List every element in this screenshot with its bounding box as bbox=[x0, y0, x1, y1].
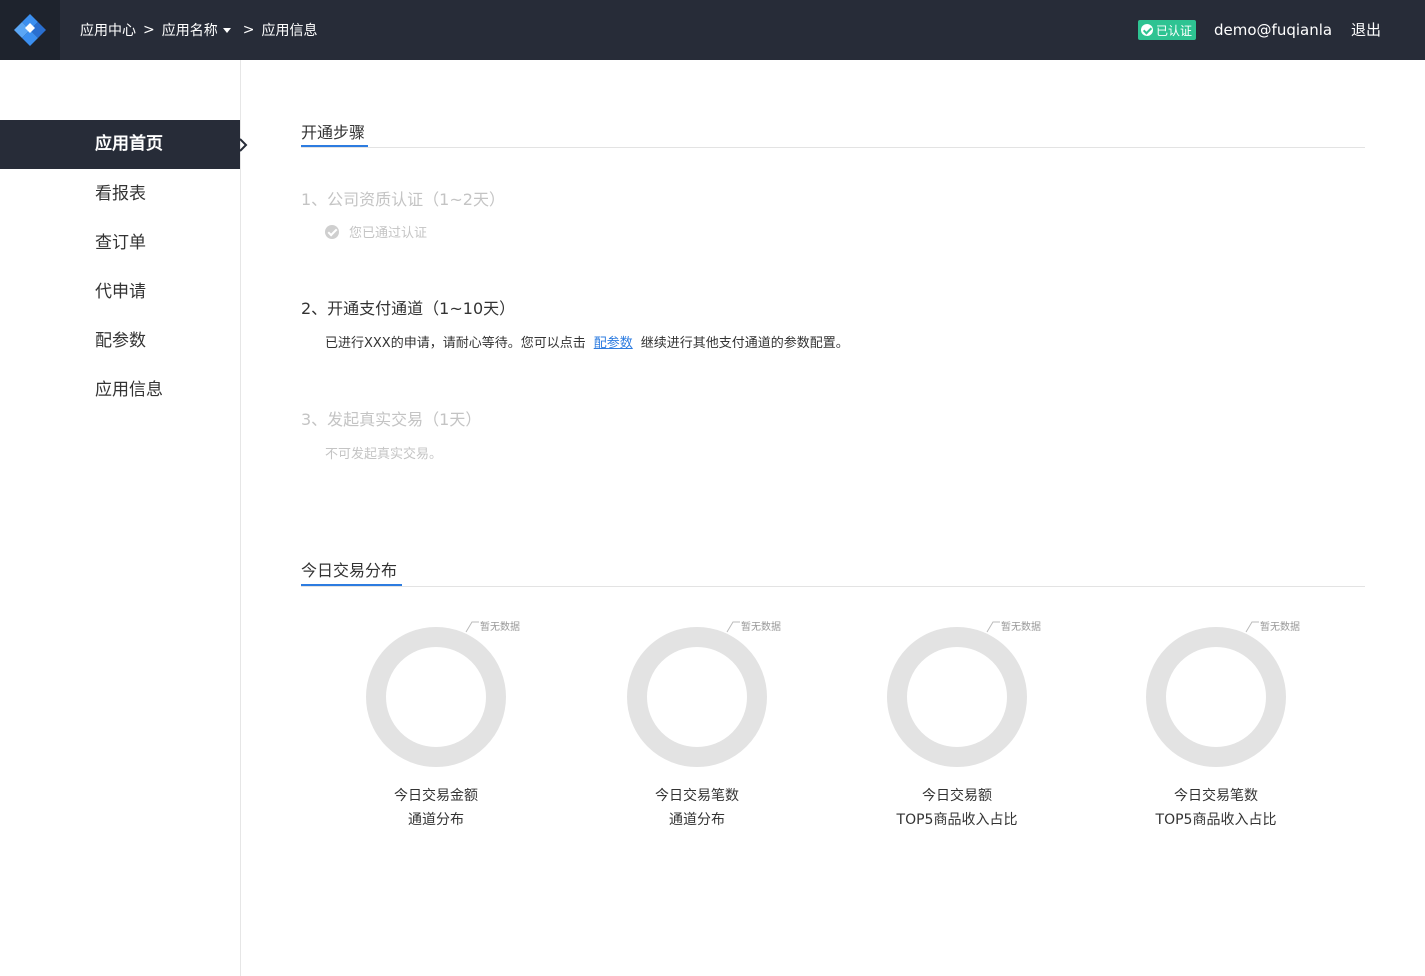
steps-section-title: 开通步骤 bbox=[301, 123, 366, 142]
step-3-title: 3、发起真实交易（1天） bbox=[301, 410, 482, 429]
check-circle-icon bbox=[1141, 24, 1153, 36]
sidebar: 应用首页 看报表 查订单 代申请 配参数 应用信息 bbox=[0, 60, 248, 976]
sidebar-item-orders[interactable]: 查订单 bbox=[0, 219, 240, 268]
breadcrumb-home[interactable]: 应用中心 bbox=[80, 20, 136, 40]
step-3-desc: 不可发起真实交易。 bbox=[325, 447, 443, 462]
donut-caption-line2: 通道分布 bbox=[669, 812, 725, 828]
step-2-desc: 已进行XXX的申请，请耐心等待。您可以点击 配参数 继续进行其他支付通道的参数配置。 bbox=[325, 332, 849, 351]
step-1-desc: 您已通过认证 bbox=[325, 222, 427, 241]
check-circle-icon bbox=[325, 225, 339, 239]
donut-caption: 今日交易金额 通道分布 bbox=[366, 784, 506, 832]
logo-icon bbox=[14, 14, 46, 46]
no-data-label: 暂无数据 bbox=[1260, 622, 1300, 633]
step-1-title: 1、公司资质认证（1~2天） bbox=[301, 190, 505, 209]
user-email[interactable]: demo@fuqianla bbox=[1214, 0, 1332, 60]
breadcrumb-separator: > bbox=[143, 22, 155, 38]
donut-ring-icon bbox=[627, 621, 767, 767]
donut-caption: 今日交易笔数 TOP5商品收入占比 bbox=[1146, 784, 1286, 832]
step-2-desc-before: 已进行XXX的申请，请耐心等待。您可以点击 bbox=[325, 336, 586, 351]
breadcrumb-separator: > bbox=[242, 22, 255, 38]
breadcrumb-current: 应用信息 bbox=[261, 23, 318, 39]
sidebar-item-apply[interactable]: 代申请 bbox=[0, 268, 240, 317]
app-name-dropdown[interactable]: 应用名称 bbox=[162, 20, 231, 40]
sidebar-item-app-home[interactable]: 应用首页 bbox=[0, 120, 240, 169]
donut-chart-4: 暂无数据 今日交易笔数 TOP5商品收入占比 bbox=[1146, 612, 1326, 842]
donut-ring-icon bbox=[887, 621, 1027, 767]
donut-chart-2: 暂无数据 今日交易笔数 通道分布 bbox=[627, 612, 807, 842]
no-data-label: 暂无数据 bbox=[480, 622, 520, 633]
logout-button[interactable]: 退出 bbox=[1351, 0, 1381, 60]
top-bar: 应用中心 > 应用名称 > 应用信息 已认证 demo@fuqianla 退出 bbox=[0, 0, 1425, 60]
caret-down-icon bbox=[222, 27, 231, 33]
verified-label: 已认证 bbox=[1156, 23, 1193, 38]
steps-divider bbox=[301, 147, 1365, 148]
no-data-label: 暂无数据 bbox=[741, 622, 781, 633]
donut-caption-line2: TOP5商品收入占比 bbox=[896, 812, 1018, 828]
sidebar-item-params[interactable]: 配参数 bbox=[0, 317, 240, 366]
no-data-label: 暂无数据 bbox=[1001, 622, 1041, 633]
sidebar-item-app-info[interactable]: 应用信息 bbox=[0, 366, 240, 415]
donut-caption-line1: 今日交易笔数 bbox=[1174, 788, 1258, 804]
donut-chart-3: 暂无数据 今日交易额 TOP5商品收入占比 bbox=[887, 612, 1067, 842]
donut-ring-icon bbox=[366, 621, 506, 767]
donut-caption-line1: 今日交易笔数 bbox=[655, 788, 739, 804]
donut-caption-line2: 通道分布 bbox=[408, 812, 464, 828]
donut-caption: 今日交易额 TOP5商品收入占比 bbox=[887, 784, 1027, 832]
config-params-link[interactable]: 配参数 bbox=[594, 336, 633, 351]
app-name-label: 应用名称 bbox=[161, 23, 218, 39]
breadcrumb: 应用中心 > 应用名称 > 应用信息 bbox=[80, 0, 317, 60]
donut-caption-line2: TOP5商品收入占比 bbox=[1155, 812, 1277, 828]
distribution-divider bbox=[301, 586, 1365, 587]
donut-caption: 今日交易笔数 通道分布 bbox=[627, 784, 767, 832]
chevron-right-icon bbox=[239, 138, 248, 152]
donut-chart-1: 暂无数据 今日交易金额 通道分布 bbox=[366, 612, 546, 842]
verified-badge: 已认证 bbox=[1138, 20, 1197, 40]
step-2-desc-after: 继续进行其他支付通道的参数配置。 bbox=[640, 336, 849, 351]
donut-caption-line1: 今日交易额 bbox=[922, 788, 992, 804]
donut-ring-icon bbox=[1146, 621, 1286, 767]
distribution-section-title: 今日交易分布 bbox=[301, 561, 398, 580]
step-2-title: 2、开通支付通道（1~10天） bbox=[301, 299, 516, 318]
step-1-desc-text: 您已通过认证 bbox=[349, 226, 428, 241]
sidebar-item-reports[interactable]: 看报表 bbox=[0, 170, 240, 219]
app-logo[interactable] bbox=[0, 0, 60, 60]
donut-caption-line1: 今日交易金额 bbox=[394, 788, 478, 804]
